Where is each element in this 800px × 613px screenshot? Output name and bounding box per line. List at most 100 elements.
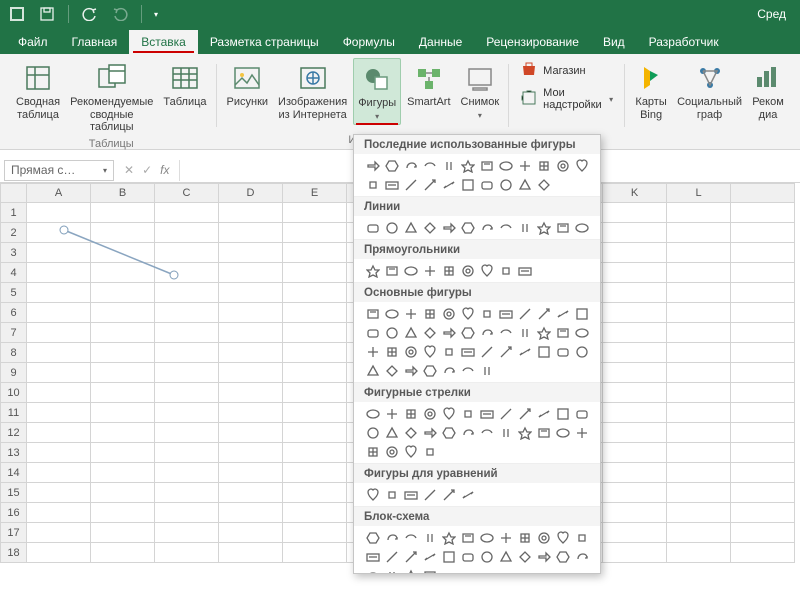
cell[interactable] bbox=[219, 503, 283, 523]
cell[interactable] bbox=[91, 463, 155, 483]
shape-option[interactable] bbox=[421, 219, 438, 236]
shape-option[interactable] bbox=[535, 529, 552, 546]
cell[interactable] bbox=[155, 503, 219, 523]
smartart-button[interactable]: SmartArt bbox=[403, 58, 454, 111]
cell[interactable] bbox=[667, 503, 731, 523]
cell[interactable] bbox=[219, 403, 283, 423]
cell[interactable] bbox=[91, 303, 155, 323]
cell[interactable] bbox=[283, 503, 347, 523]
cell[interactable] bbox=[91, 323, 155, 343]
shape-option[interactable] bbox=[516, 405, 533, 422]
shape-option[interactable] bbox=[478, 219, 495, 236]
cell[interactable] bbox=[283, 243, 347, 263]
shape-option[interactable] bbox=[440, 219, 457, 236]
shape-option[interactable] bbox=[516, 176, 533, 193]
store-button[interactable]: Магазин bbox=[515, 58, 619, 83]
redo-icon[interactable] bbox=[111, 5, 129, 23]
shape-option[interactable] bbox=[535, 343, 552, 360]
shape-option[interactable] bbox=[497, 176, 514, 193]
cell[interactable] bbox=[219, 523, 283, 543]
shape-option[interactable] bbox=[535, 305, 552, 322]
cell[interactable] bbox=[283, 543, 347, 563]
cell[interactable] bbox=[91, 423, 155, 443]
shape-option[interactable] bbox=[440, 548, 457, 565]
cell[interactable] bbox=[283, 363, 347, 383]
shape-option[interactable] bbox=[459, 405, 476, 422]
cell[interactable] bbox=[731, 223, 795, 243]
column-header[interactable]: E bbox=[283, 183, 347, 203]
cell[interactable] bbox=[667, 363, 731, 383]
shape-option[interactable] bbox=[497, 305, 514, 322]
column-header[interactable]: D bbox=[219, 183, 283, 203]
cell[interactable] bbox=[27, 523, 91, 543]
cell[interactable] bbox=[283, 403, 347, 423]
shape-option[interactable] bbox=[554, 343, 571, 360]
shape-option[interactable] bbox=[364, 157, 381, 174]
shape-option[interactable] bbox=[478, 176, 495, 193]
cell[interactable] bbox=[731, 343, 795, 363]
cell[interactable] bbox=[667, 463, 731, 483]
cell[interactable] bbox=[283, 343, 347, 363]
shape-option[interactable] bbox=[402, 219, 419, 236]
shape-option[interactable] bbox=[364, 305, 381, 322]
cell[interactable] bbox=[27, 303, 91, 323]
shape-option[interactable] bbox=[402, 405, 419, 422]
shape-option[interactable] bbox=[440, 324, 457, 341]
shape-option[interactable] bbox=[535, 157, 552, 174]
shape-option[interactable] bbox=[478, 405, 495, 422]
shape-option[interactable] bbox=[440, 343, 457, 360]
tab-формулы[interactable]: Формулы bbox=[331, 30, 407, 54]
cell[interactable] bbox=[219, 483, 283, 503]
cell[interactable] bbox=[731, 503, 795, 523]
cell[interactable] bbox=[91, 523, 155, 543]
cell[interactable] bbox=[219, 443, 283, 463]
cell[interactable] bbox=[731, 403, 795, 423]
cell[interactable] bbox=[219, 343, 283, 363]
cell[interactable] bbox=[155, 483, 219, 503]
shape-option[interactable] bbox=[383, 567, 400, 574]
name-box[interactable]: Прямая с… ▾ bbox=[4, 160, 114, 181]
cell[interactable] bbox=[667, 403, 731, 423]
cell[interactable] bbox=[731, 203, 795, 223]
shape-option[interactable] bbox=[383, 305, 400, 322]
cell[interactable] bbox=[603, 543, 667, 563]
shape-option[interactable] bbox=[554, 305, 571, 322]
shape-option[interactable] bbox=[573, 343, 590, 360]
cell[interactable] bbox=[283, 263, 347, 283]
shape-option[interactable] bbox=[554, 157, 571, 174]
cell[interactable] bbox=[731, 383, 795, 403]
cell[interactable] bbox=[731, 283, 795, 303]
shape-option[interactable] bbox=[516, 343, 533, 360]
shape-option[interactable] bbox=[535, 405, 552, 422]
shape-option[interactable] bbox=[440, 262, 457, 279]
enter-icon[interactable]: ✓ bbox=[142, 163, 152, 177]
shape-option[interactable] bbox=[421, 262, 438, 279]
shape-option[interactable] bbox=[459, 548, 476, 565]
tab-разработчик[interactable]: Разработчик bbox=[637, 30, 731, 54]
cell[interactable] bbox=[155, 223, 219, 243]
pictures-button[interactable]: Рисунки bbox=[223, 58, 273, 111]
shape-option[interactable] bbox=[383, 486, 400, 503]
cancel-icon[interactable]: ✕ bbox=[124, 163, 134, 177]
cell[interactable] bbox=[603, 343, 667, 363]
cell[interactable] bbox=[91, 263, 155, 283]
shape-option[interactable] bbox=[459, 424, 476, 441]
shape-option[interactable] bbox=[364, 567, 381, 574]
cell[interactable] bbox=[27, 343, 91, 363]
shape-option[interactable] bbox=[535, 176, 552, 193]
shape-option[interactable] bbox=[402, 548, 419, 565]
shape-option[interactable] bbox=[421, 157, 438, 174]
cell[interactable] bbox=[603, 503, 667, 523]
cell[interactable] bbox=[219, 463, 283, 483]
shape-option[interactable] bbox=[383, 424, 400, 441]
shape-option[interactable] bbox=[478, 548, 495, 565]
cell[interactable] bbox=[155, 443, 219, 463]
column-header[interactable]: A bbox=[27, 183, 91, 203]
cell[interactable] bbox=[667, 203, 731, 223]
shape-option[interactable] bbox=[459, 529, 476, 546]
cell[interactable] bbox=[91, 223, 155, 243]
shape-option[interactable] bbox=[364, 424, 381, 441]
shape-option[interactable] bbox=[459, 343, 476, 360]
cell[interactable] bbox=[283, 463, 347, 483]
row-header[interactable]: 18 bbox=[0, 543, 27, 563]
